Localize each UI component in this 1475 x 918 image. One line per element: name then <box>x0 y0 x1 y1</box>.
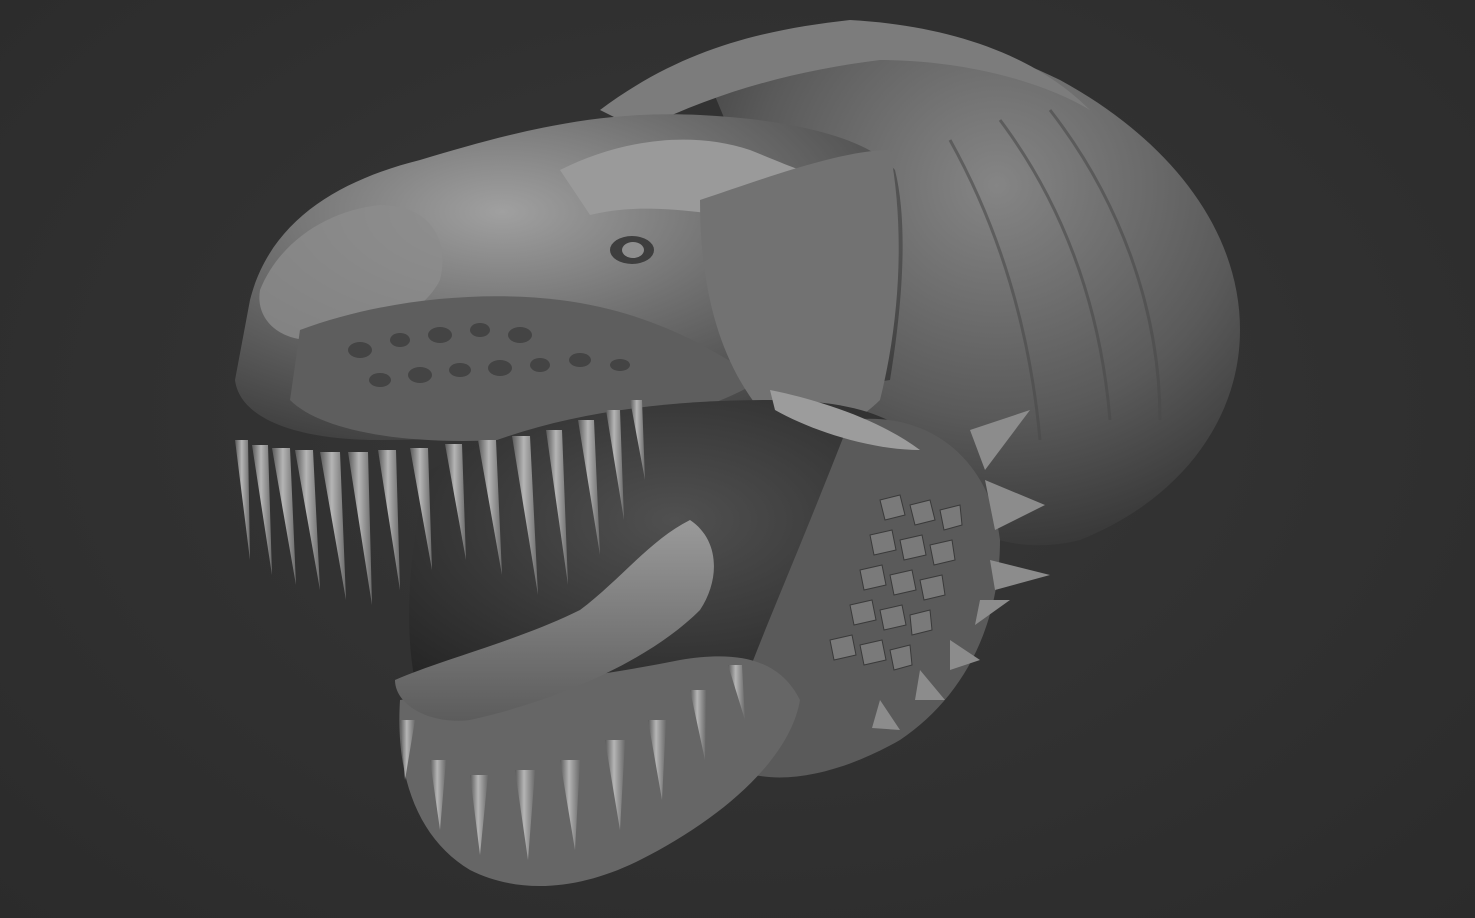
eye <box>622 242 644 258</box>
sculpt-viewport[interactable] <box>0 0 1475 918</box>
dinosaur-head-sculpt-icon <box>235 20 1240 887</box>
